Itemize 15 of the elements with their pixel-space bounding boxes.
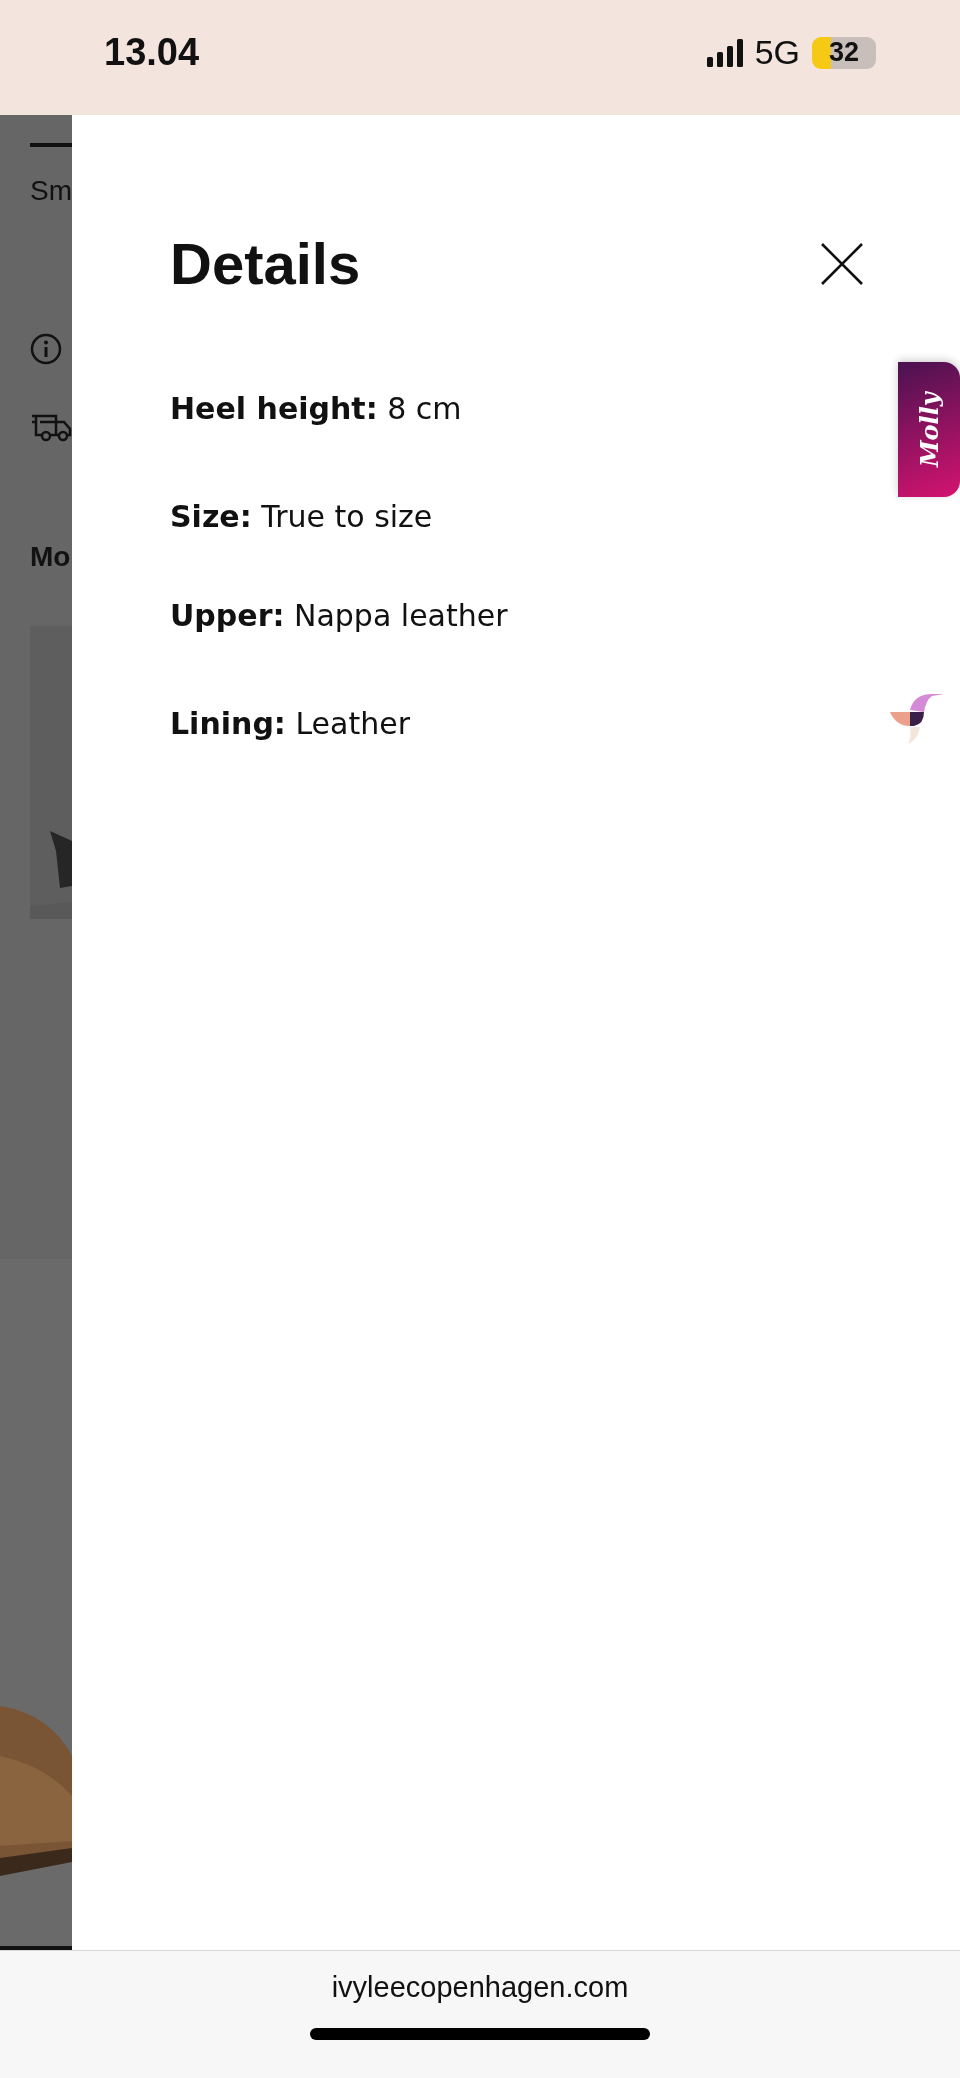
section-heading: Mo [30, 543, 72, 571]
info-icon [30, 333, 62, 365]
detail-text: Size: True to size [170, 498, 433, 536]
truck-icon [30, 413, 72, 443]
close-button[interactable] [820, 242, 864, 286]
page-heading: Sm [30, 177, 72, 205]
url-label[interactable]: ivyleecopenhagen.com [331, 1971, 629, 2004]
status-time: 13.04 [104, 31, 200, 74]
panel-title: Details [170, 235, 361, 293]
detail-text: Lining: Leather [170, 705, 410, 743]
signal-icon [706, 38, 743, 67]
detail-text: Heel height: 8 cm [170, 390, 462, 428]
chat-tab[interactable]: Molly [898, 362, 960, 497]
detail-text: Upper: Nappa leather [170, 597, 508, 635]
network-label: 5G [754, 33, 800, 72]
